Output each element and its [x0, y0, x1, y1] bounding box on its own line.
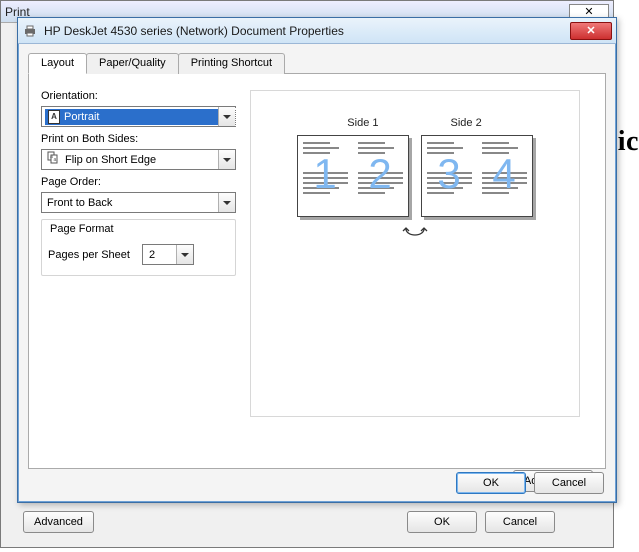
svg-text:a: a: [54, 157, 57, 163]
pages-per-sheet-combo[interactable]: 2: [142, 244, 194, 265]
pageorder-label: Page Order:: [41, 176, 236, 188]
print-cancel-button[interactable]: Cancel: [485, 511, 555, 533]
duplex-combo[interactable]: aa Flip on Short Edge: [41, 149, 236, 170]
duplex-value: Flip on Short Edge: [65, 154, 156, 166]
page-number: 2: [353, 150, 408, 198]
page-format-title: Page Format: [48, 221, 229, 237]
properties-titlebar: HP DeskJet 4530 series (Network) Documen…: [18, 18, 616, 44]
pageorder-combo[interactable]: Front to Back: [41, 192, 236, 213]
duplex-label: Print on Both Sides:: [41, 133, 236, 145]
tab-layout[interactable]: Layout: [28, 53, 87, 74]
cancel-button[interactable]: Cancel: [534, 472, 604, 494]
chevron-down-icon[interactable]: [218, 193, 235, 212]
tab-paper-quality[interactable]: Paper/Quality: [86, 53, 179, 74]
print-preview: Side 1 Side 2 1 2: [250, 90, 580, 417]
properties-close-button[interactable]: ✕: [570, 22, 612, 40]
print-ok-button[interactable]: OK: [407, 511, 477, 533]
close-icon: ✕: [586, 24, 595, 37]
side1-label: Side 1: [347, 117, 378, 129]
pages-per-sheet-label: Pages per Sheet: [48, 249, 130, 261]
tab-layout-content: Orientation: A Portrait Print on Both Si…: [28, 74, 606, 469]
side2-label: Side 2: [451, 117, 482, 129]
chevron-down-icon[interactable]: [176, 245, 193, 264]
portrait-icon: A: [48, 110, 60, 124]
pageorder-value: Front to Back: [47, 197, 112, 209]
chevron-down-icon[interactable]: [218, 107, 235, 126]
preview-sheet-front: 1 2: [297, 135, 409, 217]
print-advanced-button[interactable]: Advanced: [23, 511, 94, 533]
properties-title: HP DeskJet 4530 series (Network) Documen…: [44, 24, 344, 38]
page-number: 3: [422, 150, 477, 198]
properties-dialog: HP DeskJet 4530 series (Network) Documen…: [17, 17, 617, 503]
background-text: ic: [618, 126, 639, 158]
chevron-down-icon[interactable]: [218, 150, 235, 169]
preview-sheet-back: 3 4: [421, 135, 533, 217]
page-number: 1: [298, 150, 353, 198]
page-format-group: Page Format Pages per Sheet 2: [41, 219, 236, 276]
flip-short-edge-icon: aa: [47, 151, 59, 168]
tab-printing-shortcut[interactable]: Printing Shortcut: [178, 53, 285, 74]
orientation-combo[interactable]: A Portrait: [41, 106, 236, 127]
flip-indicator-icon: [251, 225, 579, 241]
pages-per-sheet-value: 2: [149, 249, 155, 261]
page-number: 4: [477, 150, 532, 198]
tab-bar: Layout Paper/Quality Printing Shortcut: [28, 52, 606, 74]
orientation-label: Orientation:: [41, 90, 236, 102]
orientation-value: Portrait: [64, 111, 99, 123]
ok-button[interactable]: OK: [456, 472, 526, 494]
printer-icon: [22, 23, 38, 39]
